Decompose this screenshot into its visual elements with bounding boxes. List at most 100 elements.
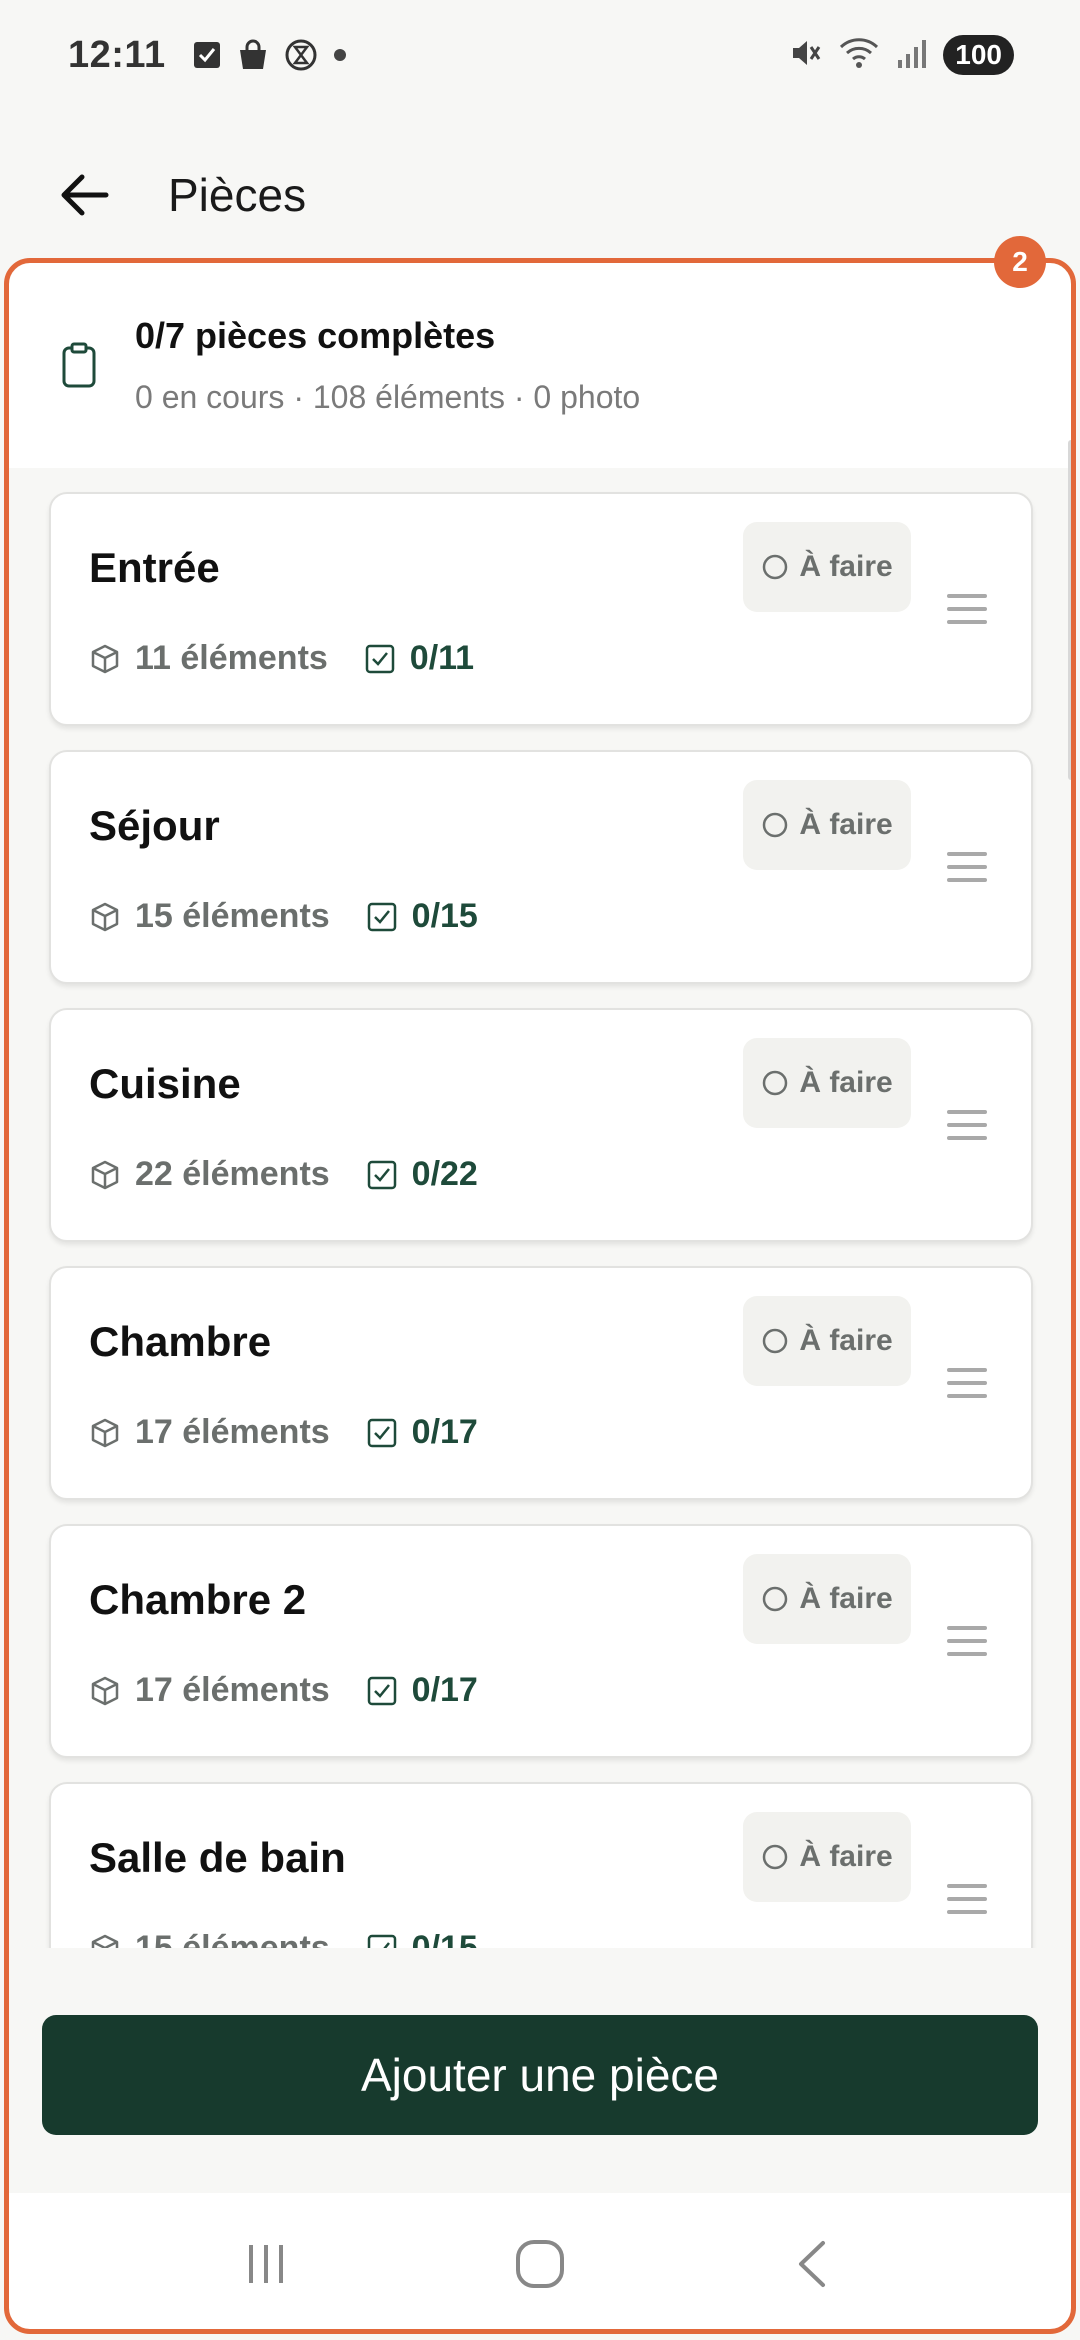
room-list[interactable]: Entrée 11 éléments 0/11 À faire Séjour 1… [9, 468, 1071, 1948]
progress-count: 0/11 [409, 639, 475, 677]
highlight-badge: 2 [994, 236, 1046, 288]
status-label: À faire [799, 1840, 893, 1873]
drag-handle-icon[interactable] [947, 852, 987, 882]
progress-count: 0/15 [411, 897, 478, 935]
status-pill[interactable]: À faire [743, 1554, 911, 1644]
status-pill[interactable]: À faire [743, 522, 911, 612]
status-time: 12:11 [68, 33, 166, 76]
system-nav-bar [9, 2193, 1071, 2334]
status-pill[interactable]: À faire [743, 1296, 911, 1386]
room-card[interactable]: Salle de bain 15 éléments 0/15 À faire [49, 1782, 1033, 1948]
checkbox-icon [364, 1157, 400, 1193]
room-meta: 15 éléments 0/15 [87, 897, 478, 936]
status-left: 12:11 [68, 34, 348, 77]
cube-icon [87, 1931, 123, 1948]
dot-icon [332, 47, 348, 63]
room-name: Salle de bain [89, 1834, 346, 1881]
hourglass-icon [284, 38, 318, 72]
wifi-icon [837, 35, 881, 76]
circle-icon [763, 554, 788, 580]
circle-icon [763, 1844, 788, 1870]
room-card[interactable]: Chambre 2 17 éléments 0/17 À faire [49, 1524, 1033, 1758]
drag-handle-icon[interactable] [947, 1884, 987, 1914]
status-label: À faire [799, 808, 893, 841]
app-header: Pièces [0, 150, 1080, 240]
status-bar: 12:11 100 [0, 0, 1080, 110]
circle-icon [763, 1070, 788, 1096]
back-button[interactable] [56, 167, 112, 223]
status-label: À faire [799, 550, 893, 583]
room-name: Chambre 2 [89, 1576, 307, 1623]
cube-icon [87, 1673, 123, 1709]
recent-apps-icon [249, 2244, 283, 2283]
room-meta: 22 éléments 0/22 [87, 1155, 478, 1194]
home-icon [516, 2239, 564, 2288]
bottom-actions: Ajouter une pièce [9, 1948, 1071, 2193]
cube-icon [87, 1157, 123, 1193]
progress-count: 0/17 [411, 1671, 478, 1709]
summary-title: 0/7 pièces complètes [135, 315, 496, 356]
drag-handle-icon[interactable] [947, 1626, 987, 1656]
rooms-summary: 0/7 pièces complètes 0 en cours · 108 él… [9, 263, 1071, 468]
checkbox-icon [362, 641, 398, 677]
checkbox-icon [364, 1673, 400, 1709]
element-count: 17 éléments [135, 1671, 330, 1709]
room-card[interactable]: Entrée 11 éléments 0/11 À faire [49, 492, 1033, 726]
progress-count: 0/17 [411, 1413, 478, 1451]
circle-icon [763, 1586, 788, 1612]
drag-handle-icon[interactable] [947, 1368, 987, 1398]
status-pill[interactable]: À faire [743, 780, 911, 870]
cube-icon [87, 899, 123, 935]
battery-indicator: 100 [943, 35, 1014, 75]
drag-handle-icon[interactable] [947, 1110, 987, 1140]
room-meta: 15 éléments 0/15 [87, 1929, 478, 1948]
element-count: 11 éléments [135, 639, 328, 677]
room-name: Entrée [89, 544, 220, 591]
checkbox-icon [364, 899, 400, 935]
progress-count: 0/15 [411, 1929, 478, 1948]
room-name: Cuisine [89, 1060, 241, 1107]
element-count: 22 éléments [135, 1155, 330, 1193]
system-back-button[interactable] [769, 2219, 859, 2309]
element-count: 15 éléments [135, 897, 330, 935]
status-pill[interactable]: À faire [743, 1812, 911, 1902]
arrow-left-icon [61, 174, 109, 216]
summary-text: 0/7 pièces complètes 0 en cours · 108 él… [135, 315, 640, 416]
checkbox-icon [364, 1415, 400, 1451]
scrollbar[interactable] [1068, 440, 1074, 780]
element-count: 17 éléments [135, 1413, 330, 1451]
status-right: 100 [787, 35, 1014, 76]
clipboard-icon [53, 340, 105, 392]
room-meta: 11 éléments 0/11 [87, 639, 474, 678]
checkbox-icon [364, 1931, 400, 1948]
signal-icon [895, 36, 929, 75]
mute-icon [787, 35, 823, 76]
home-button[interactable] [495, 2219, 585, 2309]
room-card[interactable]: Séjour 15 éléments 0/15 À faire [49, 750, 1033, 984]
circle-icon [763, 1328, 788, 1354]
summary-subtitle: 0 en cours · 108 éléments · 0 photo [135, 379, 641, 415]
status-pill[interactable]: À faire [743, 1038, 911, 1128]
chevron-left-icon [799, 2240, 825, 2287]
notification-icons [192, 38, 348, 72]
drag-handle-icon[interactable] [947, 594, 987, 624]
progress-count: 0/22 [411, 1155, 478, 1193]
cube-icon [87, 1415, 123, 1451]
room-name: Séjour [89, 802, 220, 849]
status-label: À faire [799, 1324, 893, 1357]
room-card[interactable]: Cuisine 22 éléments 0/22 À faire [49, 1008, 1033, 1242]
status-label: À faire [799, 1582, 893, 1615]
add-room-button[interactable]: Ajouter une pièce [42, 2015, 1038, 2135]
room-name: Chambre [89, 1318, 272, 1365]
recent-apps-button[interactable] [221, 2219, 311, 2309]
status-label: À faire [799, 1066, 893, 1099]
shopping-bag-icon [236, 38, 270, 72]
circle-icon [763, 812, 788, 838]
element-count: 15 éléments [135, 1929, 330, 1948]
room-card[interactable]: Chambre 17 éléments 0/17 À faire [49, 1266, 1033, 1500]
room-meta: 17 éléments 0/17 [87, 1413, 478, 1452]
cube-icon [87, 641, 123, 677]
room-meta: 17 éléments 0/17 [87, 1671, 478, 1710]
page-title: Pièces [168, 169, 307, 221]
checkbox-notification-icon [192, 40, 222, 70]
